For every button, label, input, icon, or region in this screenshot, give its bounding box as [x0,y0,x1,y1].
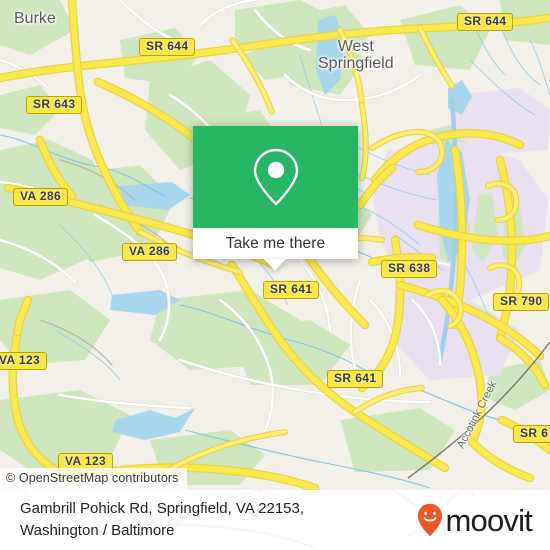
address-line-2: Washington / Baltimore [20,522,175,539]
road-shield-sr641-north[interactable]: SR 641 [263,281,320,299]
location-popup-card[interactable]: Take me there [193,126,358,259]
map-canvas[interactable]: .g { fill:#cfe5bd; } .gd { fill:#c3dfae;… [0,0,550,490]
map-screenshot-page: .g { fill:#cfe5bd; } .gd { fill:#c3dfae;… [0,0,550,550]
moovit-wordmark: moovit [445,502,532,538]
popup-image-area [193,126,358,228]
moovit-pin-icon [418,503,443,537]
road-shield-va286-west[interactable]: VA 286 [13,188,69,206]
place-label-west-springfield: West Springfield [318,38,394,72]
osm-attribution[interactable]: © OpenStreetMap contributors [0,468,187,490]
road-shield-sr643[interactable]: SR 643 [26,96,83,114]
place-label-line1: West [337,38,374,55]
location-pin-icon [253,148,298,206]
road-shield-sr6-east[interactable]: SR 6 [513,425,550,443]
road-shield-sr641-south[interactable]: SR 641 [327,370,384,388]
address-text: Gambrill Pohick Rd, Springfield, VA 2215… [20,498,304,542]
road-shield-sr638[interactable]: SR 638 [381,260,438,278]
address-line-1: Gambrill Pohick Rd, Springfield, VA 2215… [20,500,305,517]
place-label-burke: Burke [14,10,56,27]
footer-bar: Gambrill Pohick Rd, Springfield, VA 2215… [0,490,550,550]
popup-pointer-tail [264,259,286,271]
road-shield-va123-west[interactable]: VA 123 [0,352,48,370]
moovit-logo[interactable]: moovit [417,502,533,538]
footer-content: Gambrill Pohick Rd, Springfield, VA 2215… [0,490,550,550]
road-shield-sr644-east[interactable]: SR 644 [457,13,514,31]
take-me-there-label: Take me there [225,234,326,252]
road-shield-sr790[interactable]: SR 790 [493,293,550,311]
road-shield-sr644-west[interactable]: SR 644 [139,38,196,56]
road-shield-va286-east[interactable]: VA 286 [122,243,178,261]
place-label-line2: Springfield [318,55,394,72]
popup-action-area[interactable]: Take me there [193,228,358,259]
